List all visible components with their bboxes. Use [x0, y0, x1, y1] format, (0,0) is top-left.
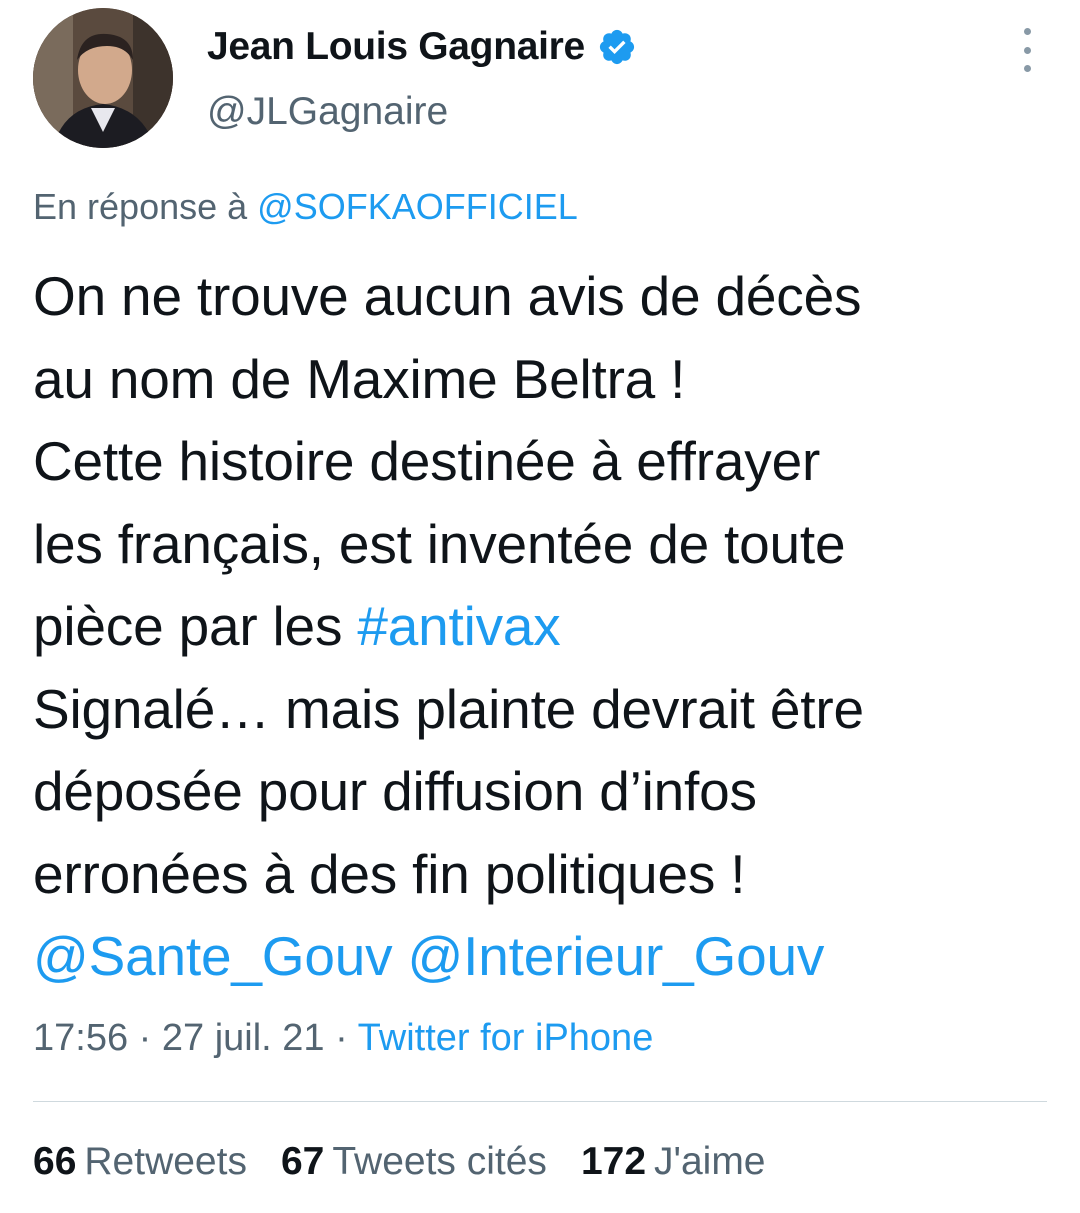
- tweet-line: @Sante_Gouv @Interieur_Gouv: [33, 915, 1043, 998]
- author-name-row: Jean Louis Gagnaire: [207, 22, 637, 72]
- quote-tweets-stat[interactable]: 67 Tweets cités: [281, 1140, 547, 1184]
- tweet-line: pièce par les #antivax: [33, 585, 1043, 668]
- more-options-icon[interactable]: [1012, 28, 1042, 72]
- tweet-line: On ne trouve aucun avis de décès: [33, 265, 862, 327]
- tweet-line: les français, est inventée de toute: [33, 512, 846, 575]
- tweet-line: au nom de Maxime Beltra !: [33, 347, 686, 410]
- tweet-line-text: pièce par les: [33, 595, 358, 657]
- tweet-meta: 17:56 · 27 juil. 21 · Twitter for iPhone: [33, 1017, 653, 1060]
- tweet-source-link[interactable]: Twitter for iPhone: [358, 1017, 654, 1059]
- mention-link-interieur[interactable]: @Interieur_Gouv: [408, 925, 825, 987]
- tweet-time[interactable]: 17:56: [33, 1017, 128, 1059]
- reply-context: En réponse à @SOFKAOFFICIEL: [33, 186, 578, 228]
- meta-separator: ·: [138, 1017, 152, 1059]
- quotes-label: Tweets cités: [332, 1140, 547, 1183]
- more-dot: [1023, 65, 1031, 72]
- author-handle[interactable]: @JLGagnaire: [207, 90, 448, 134]
- tweet-detail: Jean Louis Gagnaire @JLGagnaire En répon…: [0, 0, 1080, 1213]
- likes-count: 172: [580, 1140, 647, 1183]
- tweet-text: On ne trouve aucun avis de décès au nom …: [33, 255, 1043, 998]
- avatar-photo: [33, 8, 173, 148]
- retweets-label: Retweets: [84, 1140, 247, 1183]
- author-name[interactable]: Jean Louis Gagnaire: [207, 25, 585, 69]
- likes-label: J'aime: [654, 1140, 766, 1183]
- verified-badge-icon: [599, 29, 635, 65]
- engagement-stats: 66 Retweets 67 Tweets cités 172 J'aime: [33, 1140, 800, 1184]
- tweet-line: déposée pour diffusion d’infos: [33, 760, 757, 822]
- tweet-date[interactable]: 27 juil. 21: [162, 1017, 325, 1059]
- tweet-line: Cette histoire destinée à effrayer: [33, 430, 821, 492]
- tweet-line: Signalé… mais plainte devrait être: [33, 677, 864, 740]
- mention-link-sante[interactable]: @Sante_Gouv: [33, 925, 393, 987]
- tweet-line: erronées à des fin politiques !: [33, 842, 746, 905]
- retweets-stat[interactable]: 66 Retweets: [33, 1140, 247, 1184]
- reply-mention-link[interactable]: @SOFKAOFFICIEL: [257, 186, 578, 227]
- likes-stat[interactable]: 172 J'aime: [581, 1140, 766, 1184]
- divider: [33, 1101, 1047, 1102]
- hashtag-link[interactable]: #antivax: [357, 595, 560, 657]
- retweets-count: 66: [33, 1140, 77, 1183]
- more-dot: [1023, 28, 1031, 35]
- more-dot: [1023, 46, 1031, 54]
- avatar[interactable]: [33, 8, 173, 148]
- meta-separator: ·: [335, 1017, 348, 1059]
- quotes-count: 67: [280, 1140, 325, 1183]
- reply-prefix: En réponse à: [33, 186, 248, 227]
